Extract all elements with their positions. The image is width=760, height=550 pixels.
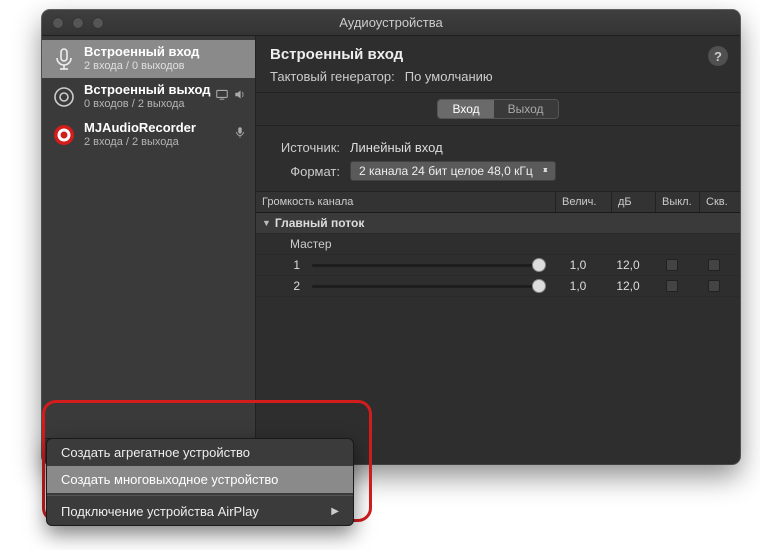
db-1: 12,0 (606, 258, 650, 272)
col-name: Громкость канала (256, 192, 556, 212)
clock-label: Тактовый генератор: (270, 69, 395, 84)
close-icon[interactable] (52, 17, 64, 29)
device-name: MJAudioRecorder (84, 121, 196, 136)
channel-table-header: Громкость канала Велич. дБ Выкл. Скв. (256, 192, 740, 213)
col-thru: Скв. (700, 192, 740, 212)
target-icon (52, 123, 76, 147)
col-val: Велич. (556, 192, 612, 212)
format-label: Формат: (270, 164, 340, 179)
mute-checkbox-1[interactable] (666, 259, 678, 271)
device-builtin-output[interactable]: Встроенный выход 0 входов / 2 выхода (42, 78, 255, 116)
microphone-icon (52, 47, 76, 71)
device-name: Встроенный вход (84, 45, 199, 60)
device-list: Встроенный вход 2 входа / 0 выходов Встр… (42, 36, 255, 154)
sound-icon (233, 88, 247, 107)
window-controls (52, 17, 104, 29)
minimize-icon[interactable] (72, 17, 84, 29)
device-builtin-input[interactable]: Встроенный вход 2 входа / 0 выходов (42, 40, 255, 78)
db-2: 12,0 (606, 279, 650, 293)
menu-create-aggregate[interactable]: Создать агрегатное устройство (47, 439, 353, 466)
device-sub: 0 входов / 2 выхода (84, 98, 211, 111)
add-device-menu: Создать агрегатное устройство Создать мн… (46, 438, 354, 526)
format-value: 2 канала 24 бит целое 48,0 кГц (359, 164, 533, 178)
val-1: 1,0 (550, 258, 606, 272)
speaker-icon (52, 85, 76, 109)
mute-checkbox-2[interactable] (666, 280, 678, 292)
source-value[interactable]: Линейный вход (350, 140, 443, 155)
help-button[interactable]: ? (708, 46, 728, 66)
stream-label: Главный поток (275, 216, 364, 230)
content: Встроенный вход 2 входа / 0 выходов Встр… (42, 36, 740, 464)
col-mute: Выкл. (656, 192, 700, 212)
menu-airplay[interactable]: Подключение устройства AirPlay ▶ (47, 498, 353, 525)
tab-input[interactable]: Вход (438, 100, 493, 118)
master-row: Мастер (256, 234, 740, 255)
audio-devices-window: Аудиоустройства Встроенный вход 2 входа … (42, 10, 740, 464)
menu-create-multioutput[interactable]: Создать многовыходное устройство (47, 466, 353, 493)
device-mjaudiorecorder[interactable]: MJAudioRecorder 2 входа / 2 выхода (42, 116, 255, 154)
clock-value[interactable]: По умолчанию (405, 69, 493, 84)
thru-checkbox-2[interactable] (708, 280, 720, 292)
zoom-icon[interactable] (92, 17, 104, 29)
master-label: Мастер (290, 237, 332, 251)
channel-row-1: 1 1,0 12,0 (256, 255, 740, 276)
io-tabs: Вход Выход (256, 93, 740, 126)
channel-label: 2 (262, 279, 306, 293)
val-2: 1,0 (550, 279, 606, 293)
volume-slider-1[interactable] (306, 264, 550, 267)
slider-knob[interactable] (532, 258, 546, 272)
format-select[interactable]: 2 канала 24 бит целое 48,0 кГц ▲▼ (350, 161, 556, 181)
detail-title: Встроенный вход (270, 46, 726, 63)
source-label: Источник: (270, 140, 340, 155)
stream-row[interactable]: ▼ Главный поток (256, 213, 740, 234)
channel-row-2: 2 1,0 12,0 (256, 276, 740, 297)
disclosure-icon[interactable]: ▼ (262, 218, 271, 228)
window-title: Аудиоустройства (339, 15, 443, 30)
device-sub: 2 входа / 0 выходов (84, 60, 199, 73)
volume-slider-2[interactable] (306, 285, 550, 288)
display-icon (215, 88, 229, 107)
col-db: дБ (612, 192, 656, 212)
channel-table: ▼ Главный поток Мастер 1 1,0 12,0 2 (256, 213, 740, 297)
mic-indicator-icon (233, 126, 247, 145)
tab-output[interactable]: Выход (494, 100, 558, 118)
channel-label: 1 (262, 258, 306, 272)
submenu-arrow-icon: ▶ (331, 506, 339, 517)
menu-airplay-label: Подключение устройства AirPlay (61, 504, 259, 519)
slider-knob[interactable] (532, 279, 546, 293)
menu-separator (47, 495, 353, 496)
device-name: Встроенный выход (84, 83, 211, 98)
device-sub: 2 входа / 2 выхода (84, 136, 196, 149)
thru-checkbox-1[interactable] (708, 259, 720, 271)
titlebar[interactable]: Аудиоустройства (42, 10, 740, 36)
detail-panel: Встроенный вход Тактовый генератор: По у… (256, 36, 740, 464)
sidebar: Встроенный вход 2 входа / 0 выходов Встр… (42, 36, 256, 464)
